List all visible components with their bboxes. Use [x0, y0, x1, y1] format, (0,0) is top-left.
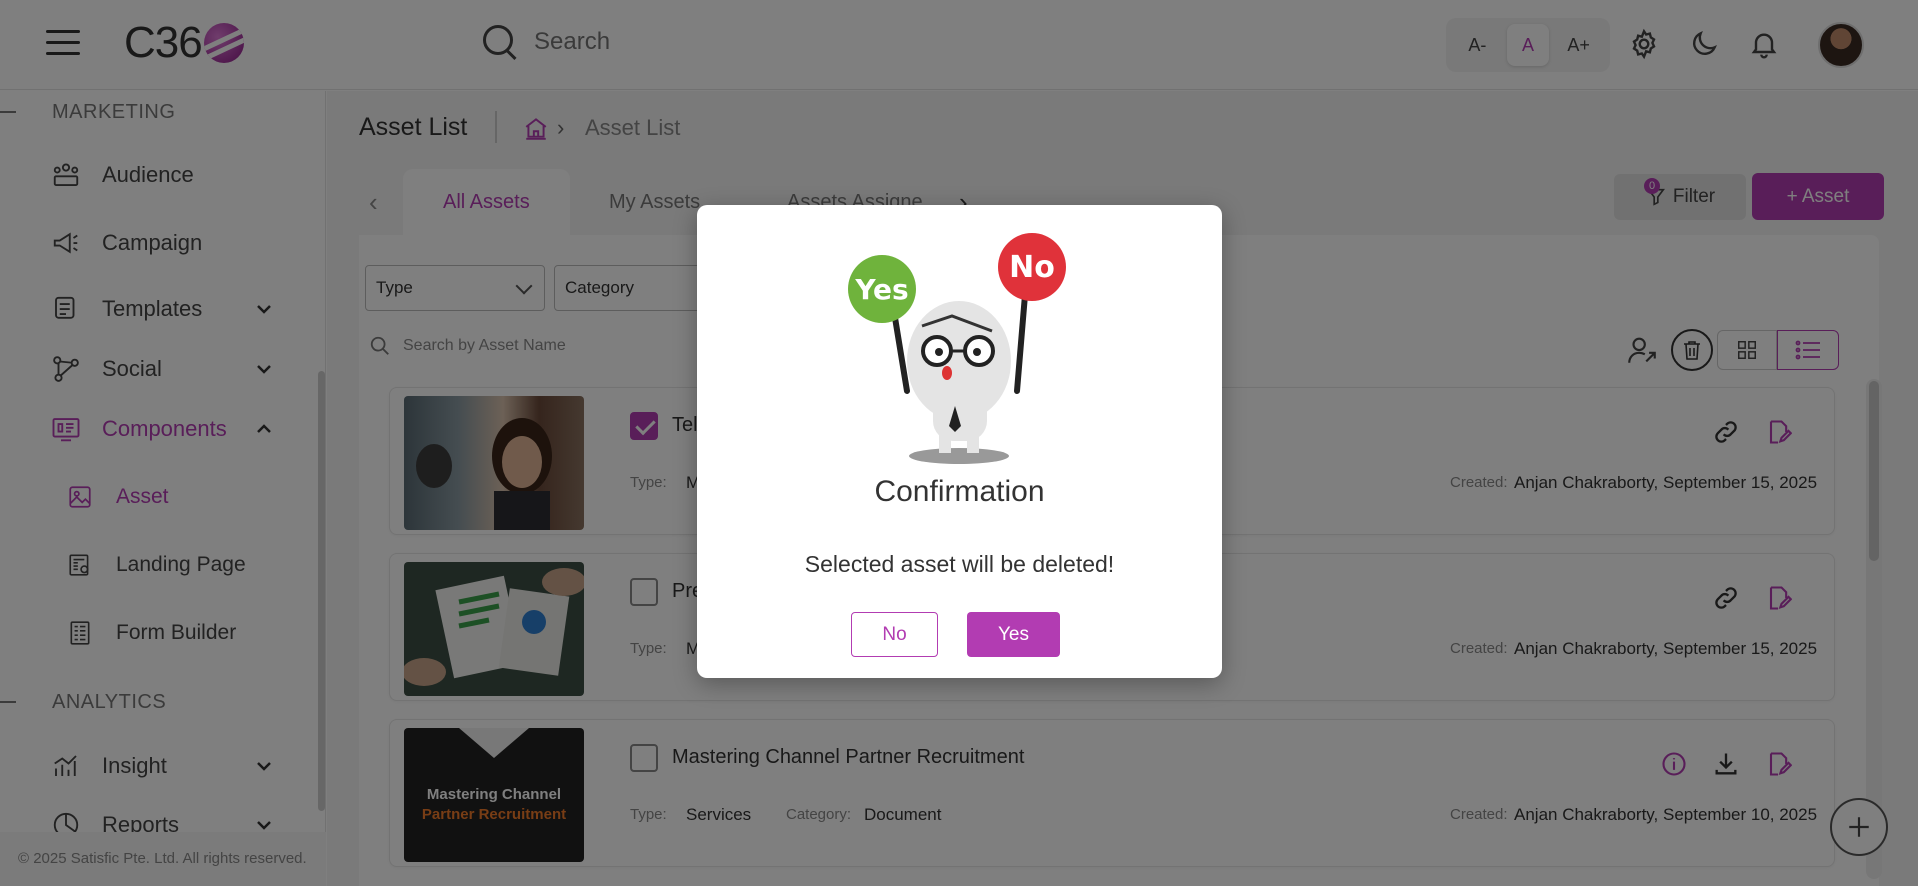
confirmation-dialog: Yes No Confirmation Selected asset will …	[697, 205, 1222, 678]
yes-button[interactable]: Yes	[967, 612, 1060, 657]
no-button[interactable]: No	[851, 612, 938, 657]
yes-sign-text: Yes	[854, 273, 908, 306]
no-sign-text: No	[1009, 250, 1055, 285]
dialog-title: Confirmation	[874, 475, 1045, 508]
dialog-message: Selected asset will be deleted!	[804, 551, 1115, 577]
yes-no-character-illustration: Yes No	[848, 233, 1066, 464]
